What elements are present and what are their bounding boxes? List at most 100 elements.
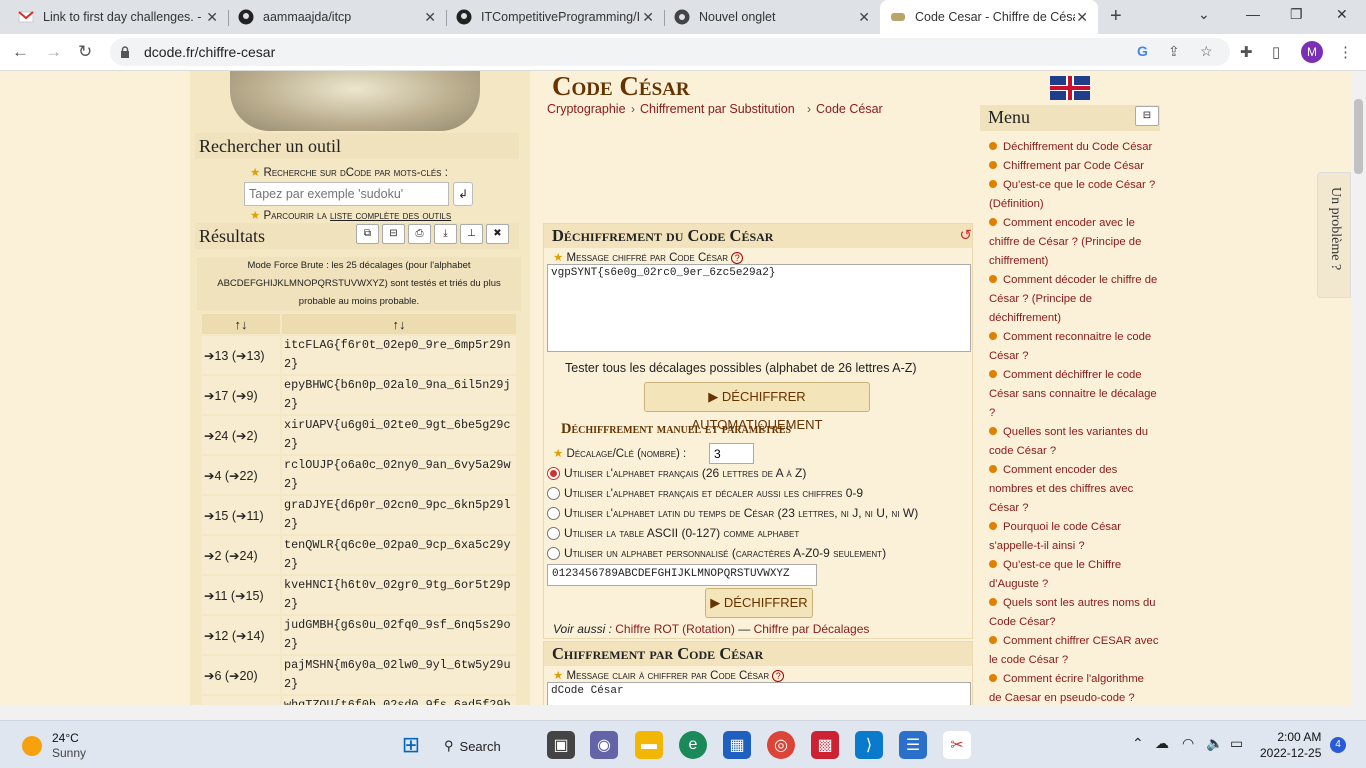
clock[interactable]: 2:00 AM 2022-12-25 [1260,729,1321,761]
close-tab-icon[interactable]: ✕ [206,9,218,26]
store-icon[interactable]: ▦ [723,731,751,759]
close-tab-icon[interactable]: ✕ [1076,9,1088,26]
file-explorer-icon[interactable]: ▬ [635,731,663,759]
copy-icon[interactable]: ⧉ [356,224,379,244]
rot-cipher-link[interactable]: Chiffre ROT (Rotation) [615,622,735,636]
full-tool-list-link[interactable]: liste complète des outils [330,210,451,222]
menu-item[interactable]: Quels sont les autres noms du Code César… [989,594,1159,632]
menu-item[interactable]: Comment encoder avec le chiffre de César… [989,214,1159,271]
menu-item[interactable]: Comment décoder le chiffre de César ? (P… [989,271,1159,328]
edge-icon[interactable]: e [679,731,707,759]
weather-widget[interactable]: 24°C Sunny [22,731,86,761]
tab-gmail[interactable]: Link to first day challenges. - ✕ [8,0,228,34]
problem-feedback-tab[interactable]: Un problème ? [1317,172,1351,298]
tab-github-itcompetitive[interactable]: ITCompetitiveProgramming/I ✕ [446,0,664,34]
copy-all-icon[interactable]: ⊟ [382,224,405,244]
profile-avatar[interactable]: M [1301,41,1323,63]
table-row[interactable]: ➔2 (➔24) tenQWLR{q6c0e_02pa0_9cp_6xa5c29y… [200,534,518,576]
shift-cipher-link[interactable]: Chiffre par Décalages [754,622,870,636]
volume-icon[interactable]: 🔈 [1206,735,1223,752]
menu-kebab-icon[interactable]: ⋮ [1338,43,1353,61]
menu-item[interactable]: Qu'est-ce que le Chiffre d'Auguste ? [989,556,1159,594]
decoded-text-cell[interactable]: judGMBH{g6s0u_02fq0_9sf_6nq5s29o2} [280,614,518,656]
search-input[interactable] [244,182,449,206]
pin-icon[interactable]: ⊥ [460,224,483,244]
table-row[interactable]: ➔15 (➔11) graDJYE{d6p0r_02cn0_9pc_6kn5p29… [200,494,518,536]
table-row[interactable]: ➔6 (➔20) pajMSHN{m6y0a_02lw0_9yl_6tw5y29u… [200,654,518,696]
breadcrumb-substitution[interactable]: Chiffrement par Substitution [640,102,795,116]
menu-item[interactable]: Comment reconnaitre le code César ? [989,328,1159,366]
menu-item[interactable]: Comment déchiffrer le code César sans co… [989,366,1159,423]
windows-start-icon[interactable]: ⊞ [397,731,425,759]
key-input[interactable] [709,443,754,464]
google-icon[interactable]: G [1137,43,1148,59]
close-tab-icon[interactable]: ✕ [858,9,870,26]
breadcrumb-cryptographie[interactable]: Cryptographie [547,102,626,116]
tab-github-itcp[interactable]: aammaajda/itcp ✕ [228,0,446,34]
wifi-icon[interactable]: ◠ [1182,735,1194,752]
table-row[interactable]: ➔4 (➔22) rclOUJP{o6a0c_02ny0_9an_6vy5a29w… [200,454,518,496]
decoded-text-cell[interactable]: graDJYE{d6p0r_02cn0_9pc_6kn5p29l2} [280,494,518,536]
notification-badge[interactable]: 4 [1330,737,1346,753]
custom-alphabet-input[interactable]: 0123456789ABCDEFGHIJKLMNOPQRSTUVWXYZ [547,564,817,586]
back-button[interactable]: ← [12,42,29,62]
print-icon[interactable]: ⎙ [408,224,431,244]
option-custom-alphabet[interactable]: Utiliser un alphabet personnalisé (carac… [547,546,886,560]
cipher-textarea[interactable]: vgpSYNT{s6e0g_02rc0_9er_6zc5e29a2} [547,264,971,352]
decoded-text-cell[interactable]: tenQWLR{q6c0e_02pa0_9cp_6xa5c29y2} [280,534,518,576]
notepad-icon[interactable]: ☰ [899,731,927,759]
option-latin-alphabet[interactable]: Utiliser l'alphabet latin du temps de Cé… [547,506,918,520]
decoded-text-cell[interactable]: epyBHWC{b6n0p_02al0_9na_6il5n29j2} [280,374,518,416]
sort-shift-header[interactable]: ↑↓ [200,312,282,336]
close-results-icon[interactable]: ✖ [486,224,509,244]
tab-new-tab[interactable]: Nouvel onglet ✕ [664,0,880,34]
address-bar[interactable]: dcode.fr/chiffre-cesar [110,38,1230,66]
help-icon[interactable]: ? [772,670,785,682]
new-tab-button[interactable]: + [1110,5,1122,28]
menu-item[interactable]: Chiffrement par Code César [989,157,1159,176]
menu-item[interactable]: Qu'est-ce que le code César ? (Définitio… [989,176,1159,214]
auto-decrypt-button[interactable]: ▶ DÉCHIFFRER AUTOMATIQUEMENT [644,382,870,432]
table-row[interactable]: ➔13 (➔13) itcFLAG{f6r0t_02ep0_9re_6mp5r29… [200,334,518,376]
chrome-taskbar-icon[interactable]: ◎ [767,731,795,759]
lock-icon[interactable] [120,45,134,59]
decoded-text-cell[interactable]: rclOUJP{o6a0c_02ny0_9an_6vy5a29w2} [280,454,518,496]
table-row[interactable]: ➔11 (➔15) kveHNCI{h6t0v_02gr0_9tg_6or5t29… [200,574,518,616]
minimize-button[interactable]: — [1246,6,1260,22]
reload-button[interactable]: ↻ [78,42,92,62]
decoded-text-cell[interactable]: itcFLAG{f6r0t_02ep0_9re_6mp5r29n2} [280,334,518,376]
option-french-with-digits[interactable]: Utiliser l'alphabet français et décaler … [547,486,863,500]
close-tab-icon[interactable]: ✕ [424,9,436,26]
menu-item[interactable]: Quelles sont les variantes du code César… [989,423,1159,461]
menu-item[interactable]: Pourquoi le code César s'appelle-t-il ai… [989,518,1159,556]
teams-chat-icon[interactable]: ◉ [590,731,618,759]
vscode-icon[interactable]: ⟩ [855,731,883,759]
tray-chevron-icon[interactable]: ⌃ [1132,735,1144,752]
reset-icon[interactable]: ↺ [959,226,972,244]
close-tab-icon[interactable]: ✕ [642,9,654,26]
menu-item[interactable]: Déchiffrement du Code César [989,138,1159,157]
onedrive-icon[interactable]: ☁ [1155,735,1169,752]
download-icon[interactable]: ⤓ [434,224,457,244]
vertical-scrollbar[interactable] [1351,71,1366,720]
taskbar-search[interactable]: ⚲ Search [444,734,501,758]
breadcrumb-code-cesar[interactable]: Code César [816,102,883,116]
tab-dcode-cesar[interactable]: Code Cesar - Chiffre de César ✕ [880,0,1098,34]
decoded-text-cell[interactable]: xirUAPV{u6g0i_02te0_9gt_6be5g29c2} [280,414,518,456]
bookmark-star-icon[interactable]: ☆ [1200,43,1213,60]
restore-button[interactable]: ❐ [1290,6,1303,23]
menu-item[interactable]: Comment encoder des nombres et des chiff… [989,461,1159,518]
battery-icon[interactable]: ▭ [1230,735,1243,752]
table-row[interactable]: ➔24 (➔2) xirUAPV{u6g0i_02te0_9gt_6be5g29c… [200,414,518,456]
table-row[interactable]: ➔17 (➔9) epyBHWC{b6n0p_02al0_9na_6il5n29j… [200,374,518,416]
english-flag-icon[interactable] [1050,76,1090,100]
side-panel-icon[interactable]: ▯ [1272,43,1280,61]
forward-button[interactable]: → [45,42,62,62]
decoded-text-cell[interactable]: pajMSHN{m6y0a_02lw0_9yl_6tw5y29u2} [280,654,518,696]
horizontal-scrollbar[interactable] [0,705,1351,720]
sort-text-header[interactable]: ↑↓ [280,312,518,336]
search-submit-button[interactable]: ↲ [453,182,473,206]
share-icon[interactable]: ⇪ [1168,43,1180,60]
task-view-icon[interactable]: ▣ [547,731,575,759]
help-icon[interactable]: ? [731,252,744,264]
